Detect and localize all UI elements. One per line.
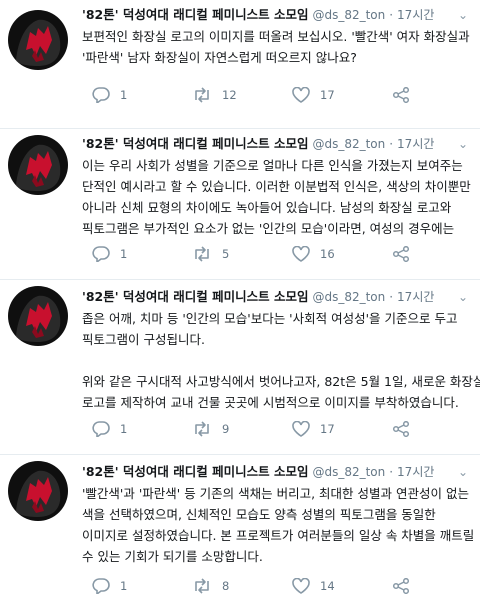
timestamp[interactable]: 17시간 (397, 8, 434, 22)
retweet-button[interactable]: 5 (192, 245, 229, 263)
like-count: 14 (320, 579, 335, 593)
author-name[interactable]: '82톤' 덕성여대 래디컬 페미니스트 소모임 (82, 136, 308, 151)
avatar[interactable] (8, 135, 68, 195)
like-count: 17 (320, 422, 335, 436)
author-handle[interactable]: @ds_82_ton (312, 137, 385, 151)
heart-icon (292, 578, 310, 594)
tweet[interactable]: '82톤' 덕성여대 래디컬 페미니스트 소모임 @ds_82_ton · 17… (0, 455, 480, 600)
retweet-icon (195, 421, 209, 437)
share-button[interactable] (392, 86, 410, 104)
avatar-logo (16, 144, 61, 191)
reply-button[interactable]: 1 (92, 577, 127, 595)
tweet-header: '82톤' 덕성여대 래디컬 페미니스트 소모임 @ds_82_ton · 17… (82, 464, 435, 479)
retweet-count: 8 (222, 579, 230, 593)
avatar[interactable] (8, 286, 68, 346)
chevron-down-icon[interactable]: ⌄ (456, 465, 470, 479)
tweet-text: 좁은 어깨, 치마 등 '인간의 모습'보다는 '사회적 여성성'을 기준으로 … (82, 311, 480, 410)
retweet-button[interactable]: 12 (192, 86, 237, 104)
share-button[interactable] (392, 245, 410, 263)
author-handle[interactable]: @ds_82_ton (312, 465, 385, 479)
avatar-logo (16, 19, 61, 66)
tweet[interactable]: '82톤' 덕성여대 래디컬 페미니스트 소모임 @ds_82_ton · 17… (0, 280, 480, 454)
like-count: 16 (320, 247, 335, 261)
share-button[interactable] (392, 420, 410, 438)
tweet-text: 이는 우리 사회가 성별을 기준으로 얼마나 다른 인식을 가졌는지 보여주는 … (82, 158, 471, 236)
avatar-logo (16, 470, 61, 517)
timestamp[interactable]: 17시간 (397, 290, 434, 304)
share-button[interactable] (392, 577, 410, 595)
author-name[interactable]: '82톤' 덕성여대 래디컬 페미니스트 소모임 (82, 289, 308, 304)
reply-count: 1 (120, 579, 128, 593)
reply-icon (92, 578, 110, 594)
reply-count: 1 (120, 88, 128, 102)
reply-count: 1 (120, 422, 128, 436)
retweet-icon (195, 246, 209, 262)
reply-button[interactable]: 1 (92, 245, 127, 263)
retweet-icon (195, 578, 209, 594)
retweet-button[interactable]: 9 (192, 420, 229, 438)
author-name[interactable]: '82톤' 덕성여대 래디컬 페미니스트 소모임 (82, 7, 308, 22)
like-button[interactable]: 16 (292, 245, 335, 263)
like-count: 17 (320, 88, 335, 102)
reply-button[interactable]: 1 (92, 86, 127, 104)
share-icon (392, 87, 410, 103)
chevron-down-icon[interactable]: ⌄ (456, 137, 470, 151)
timestamp[interactable]: 17시간 (397, 137, 434, 151)
heart-icon (292, 246, 310, 262)
chevron-down-icon[interactable]: ⌄ (456, 290, 470, 304)
like-button[interactable]: 17 (292, 86, 335, 104)
like-button[interactable]: 17 (292, 420, 335, 438)
tweet-header: '82톤' 덕성여대 래디컬 페미니스트 소모임 @ds_82_ton · 17… (82, 289, 435, 304)
retweet-count: 9 (222, 422, 230, 436)
author-handle[interactable]: @ds_82_ton (312, 290, 385, 304)
tweet-text: 보편적인 화장실 로고의 이미지를 떠올려 보십시오. '빨간색' 여자 화장실… (82, 29, 470, 65)
tweet[interactable]: '82톤' 덕성여대 래디컬 페미니스트 소모임 @ds_82_ton · 17… (0, 129, 480, 279)
chevron-down-icon[interactable]: ⌄ (456, 8, 470, 22)
heart-icon (292, 87, 310, 103)
retweet-icon (195, 87, 209, 103)
tweet-header: '82톤' 덕성여대 래디컬 페미니스트 소모임 @ds_82_ton · 17… (82, 7, 435, 22)
reply-button[interactable]: 1 (92, 420, 127, 438)
share-icon (392, 421, 410, 437)
author-name[interactable]: '82톤' 덕성여대 래디컬 페미니스트 소모임 (82, 464, 308, 479)
retweet-count: 5 (222, 247, 230, 261)
tweet-actions: 1 8 14 (82, 577, 422, 595)
avatar[interactable] (8, 10, 68, 70)
tweet-actions: 1 12 17 (82, 86, 422, 104)
reply-icon (92, 87, 110, 103)
author-handle[interactable]: @ds_82_ton (312, 8, 385, 22)
tweet-actions: 1 5 16 (82, 245, 422, 263)
avatar-logo (16, 295, 61, 342)
avatar[interactable] (8, 461, 68, 521)
tweet-header: '82톤' 덕성여대 래디컬 페미니스트 소모임 @ds_82_ton · 17… (82, 136, 435, 151)
retweet-button[interactable]: 8 (192, 577, 229, 595)
share-icon (392, 578, 410, 594)
like-button[interactable]: 14 (292, 577, 335, 595)
reply-icon (92, 421, 110, 437)
heart-icon (292, 421, 310, 437)
timestamp[interactable]: 17시간 (397, 465, 434, 479)
tweet-text: '빨간색'과 '파란색' 등 기존의 색채는 버리고, 최대한 성별과 연관성이… (82, 486, 475, 564)
share-icon (392, 246, 410, 262)
retweet-count: 12 (222, 88, 237, 102)
tweet-actions: 1 9 17 (82, 420, 422, 438)
reply-count: 1 (120, 247, 128, 261)
reply-icon (92, 246, 110, 262)
tweet[interactable]: '82톤' 덕성여대 래디컬 페미니스트 소모임 @ds_82_ton · 17… (0, 0, 480, 128)
